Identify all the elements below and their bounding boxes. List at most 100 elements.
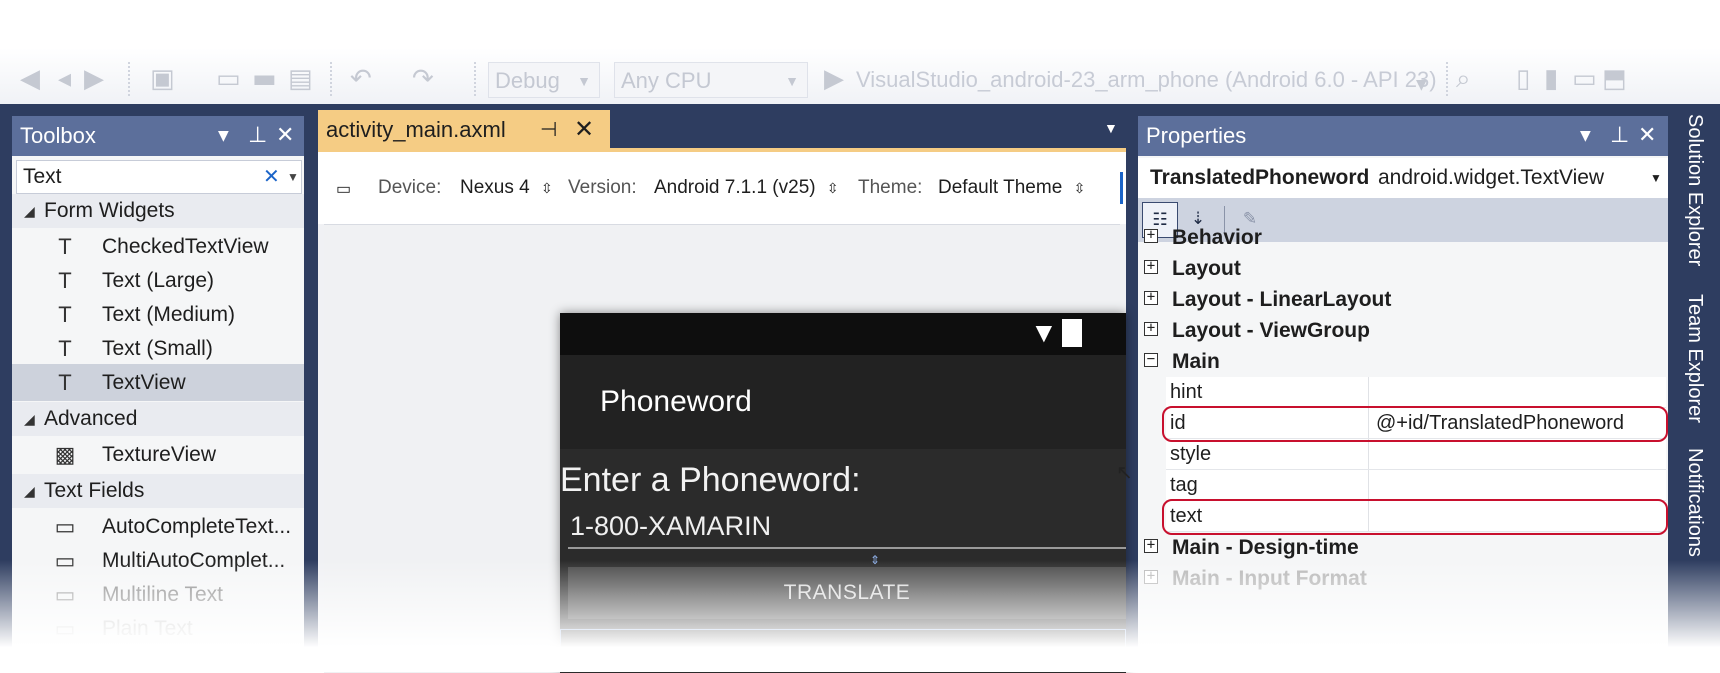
run-target-button[interactable]: VisualStudio_android-23_arm_phone (Andro… bbox=[856, 62, 1437, 98]
highlight-text-row bbox=[1162, 499, 1668, 535]
chevron-down-icon[interactable]: ▼ bbox=[1416, 72, 1427, 98]
category-label: Layout - ViewGroup bbox=[1172, 319, 1370, 342]
device-preview-icon[interactable]: ▭ bbox=[336, 179, 351, 199]
toolbox-item-autocompletetext[interactable]: ▭ AutoCompleteText... bbox=[12, 508, 304, 545]
phoneword-prompt-label[interactable]: Enter a Phoneword: bbox=[560, 461, 861, 500]
open-folder-icon[interactable]: ▭ bbox=[216, 66, 241, 92]
device-value: Nexus 4 bbox=[460, 177, 530, 198]
solution-config-dropdown[interactable]: Debug ▼ bbox=[488, 62, 600, 98]
pin-icon[interactable]: ⊥ bbox=[1610, 116, 1629, 156]
category-label: Advanced bbox=[44, 407, 138, 430]
property-category-main-design-time[interactable]: + Main - Design-time bbox=[1138, 532, 1668, 563]
undo-icon[interactable]: ↶ bbox=[350, 66, 372, 92]
object-name: TranslatedPhoneword bbox=[1150, 166, 1370, 189]
camera-icon[interactable]: ⬒ bbox=[1602, 66, 1627, 92]
pin-icon[interactable]: ⊣ bbox=[540, 110, 557, 150]
toolbox-item-textureview[interactable]: ▩ TextureView bbox=[12, 436, 304, 473]
device-dropdown[interactable]: Nexus 4 ⇳ bbox=[460, 177, 553, 199]
toolbox-titlebar: Toolbox ▼ ⊥ ✕ bbox=[12, 116, 304, 156]
chevron-down-icon[interactable]: ▼ bbox=[287, 161, 299, 193]
save-icon[interactable]: ▬ bbox=[252, 66, 277, 92]
new-project-icon[interactable]: ▣ bbox=[150, 66, 175, 92]
close-icon[interactable]: ✕ bbox=[276, 116, 294, 156]
close-icon[interactable]: ✕ bbox=[574, 110, 594, 150]
phoneword-input[interactable]: 1-800-XAMARIN bbox=[568, 507, 1126, 549]
theme-dropdown[interactable]: Default Theme ⇳ bbox=[938, 177, 1085, 199]
expand-icon: + bbox=[1144, 569, 1158, 584]
back-icon[interactable]: ◀ bbox=[20, 66, 40, 92]
tab-team-explorer[interactable]: Team Explorer bbox=[1683, 294, 1706, 423]
property-row-hint[interactable]: hint bbox=[1166, 377, 1666, 408]
toolbox-item-label: CheckedTextView bbox=[102, 235, 269, 258]
chevron-down-icon[interactable]: ▼ bbox=[1580, 116, 1591, 156]
translate-button[interactable]: TRANSLATE bbox=[568, 567, 1126, 619]
document-tab-label: activity_main.axml bbox=[326, 117, 506, 142]
properties-object-selector[interactable]: TranslatedPhoneword android.widget.TextV… bbox=[1138, 158, 1668, 198]
collapse-arrow-icon: ◢ bbox=[24, 411, 35, 427]
category-label: Main bbox=[1172, 350, 1220, 373]
toolbox-item-text-large[interactable]: T Text (Large) bbox=[12, 262, 304, 299]
design-surface[interactable]: ▼ Phoneword Enter a Phoneword: 1-800-XAM… bbox=[324, 224, 1126, 673]
screen-icon[interactable]: ▭ bbox=[1572, 66, 1597, 92]
toolbox-item-checkedtextview[interactable]: T CheckedTextView bbox=[12, 228, 304, 265]
property-category-layout-linearlayout[interactable]: + Layout - LinearLayout bbox=[1138, 284, 1668, 315]
resize-handle-icon[interactable]: ⇕ bbox=[870, 553, 880, 567]
properties-titlebar: Properties ▼ ⊥ ✕ bbox=[1138, 116, 1668, 156]
property-row-tag[interactable]: tag bbox=[1166, 470, 1666, 501]
property-category-layout-viewgroup[interactable]: + Layout - ViewGroup bbox=[1138, 315, 1668, 346]
tab-notifications[interactable]: Notifications bbox=[1683, 448, 1706, 557]
document-tab-activity-main[interactable]: activity_main.axml ⊣ ✕ bbox=[318, 110, 610, 150]
toolbar-overflow-marker bbox=[1120, 172, 1123, 204]
toolbar-separator bbox=[330, 62, 332, 96]
device-icon[interactable]: ▯ bbox=[1516, 66, 1530, 92]
version-dropdown[interactable]: Android 7.1.1 (v25) ⇳ bbox=[654, 177, 839, 199]
category-label: Layout - LinearLayout bbox=[1172, 288, 1392, 311]
text-widget-icon: T bbox=[58, 268, 72, 293]
property-category-behavior[interactable]: + Behavior bbox=[1138, 222, 1668, 253]
text-field-icon: ▭ bbox=[54, 514, 76, 539]
toolbox-title: Toolbox bbox=[20, 123, 96, 148]
toolbox-category-text-fields[interactable]: ◢ Text Fields bbox=[12, 474, 304, 508]
close-icon[interactable]: ✕ bbox=[1638, 116, 1656, 156]
redo-icon[interactable]: ↷ bbox=[412, 66, 434, 92]
chevron-down-icon[interactable]: ▼ bbox=[218, 116, 229, 156]
property-category-main[interactable]: − Main bbox=[1138, 346, 1668, 377]
toolbox-item-label: TextView bbox=[102, 371, 186, 394]
toolbox-search-input[interactable]: Text ✕ ▼ bbox=[16, 160, 302, 194]
property-row-style[interactable]: style bbox=[1166, 439, 1666, 470]
toolbox-category-advanced[interactable]: ◢ Advanced bbox=[12, 402, 304, 436]
toolbox-item-multiline-text[interactable]: ▭ Multiline Text bbox=[12, 576, 304, 613]
text-widget-icon: T bbox=[58, 234, 72, 259]
chevron-down-icon[interactable]: ▼ bbox=[1104, 120, 1118, 136]
toolbox-item-text-medium[interactable]: T Text (Medium) bbox=[12, 296, 304, 333]
toolbox-item-plain-text[interactable]: ▭ Plain Text bbox=[12, 610, 304, 647]
expand-icon: + bbox=[1144, 290, 1158, 305]
toolbox-item-textview[interactable]: T TextView bbox=[12, 364, 304, 401]
property-category-main-input-format[interactable]: + Main - Input Format bbox=[1138, 563, 1668, 594]
toolbox-item-multiautocomplete[interactable]: ▭ MultiAutoComplet... bbox=[12, 542, 304, 579]
forward-icon[interactable]: ▶ bbox=[84, 66, 104, 92]
phone-icon[interactable]: ▮ bbox=[1544, 66, 1558, 92]
toolbar-separator bbox=[474, 62, 476, 96]
device-label: Device: bbox=[378, 177, 442, 198]
category-label: Form Widgets bbox=[44, 199, 175, 222]
toolbox-item-label: Text (Small) bbox=[102, 337, 213, 360]
collapse-arrow-icon: ◢ bbox=[24, 483, 35, 499]
expand-icon: + bbox=[1144, 538, 1158, 553]
back-history-icon[interactable]: ◂ bbox=[58, 66, 71, 92]
tab-solution-explorer[interactable]: Solution Explorer bbox=[1683, 114, 1706, 266]
text-widget-icon: T bbox=[58, 302, 72, 327]
toolbox-item-label: Text (Medium) bbox=[102, 303, 236, 326]
find-icon[interactable]: ⌕ bbox=[1456, 66, 1471, 92]
toolbox-category-form-widgets[interactable]: ◢ Form Widgets bbox=[12, 194, 304, 228]
translated-phoneword-textview[interactable] bbox=[560, 629, 1126, 649]
property-category-layout[interactable]: + Layout bbox=[1138, 253, 1668, 284]
toolbox-item-text-small[interactable]: T Text (Small) bbox=[12, 330, 304, 367]
solution-platform-dropdown[interactable]: Any CPU ▼ bbox=[614, 62, 808, 98]
version-label: Version: bbox=[568, 177, 637, 198]
run-icon[interactable]: ▶ bbox=[824, 66, 844, 92]
save-all-icon[interactable]: ▤ bbox=[288, 66, 313, 92]
clear-search-icon[interactable]: ✕ bbox=[263, 161, 280, 193]
collapse-arrow-icon: ◢ bbox=[24, 203, 35, 219]
pin-icon[interactable]: ⊥ bbox=[248, 116, 267, 156]
